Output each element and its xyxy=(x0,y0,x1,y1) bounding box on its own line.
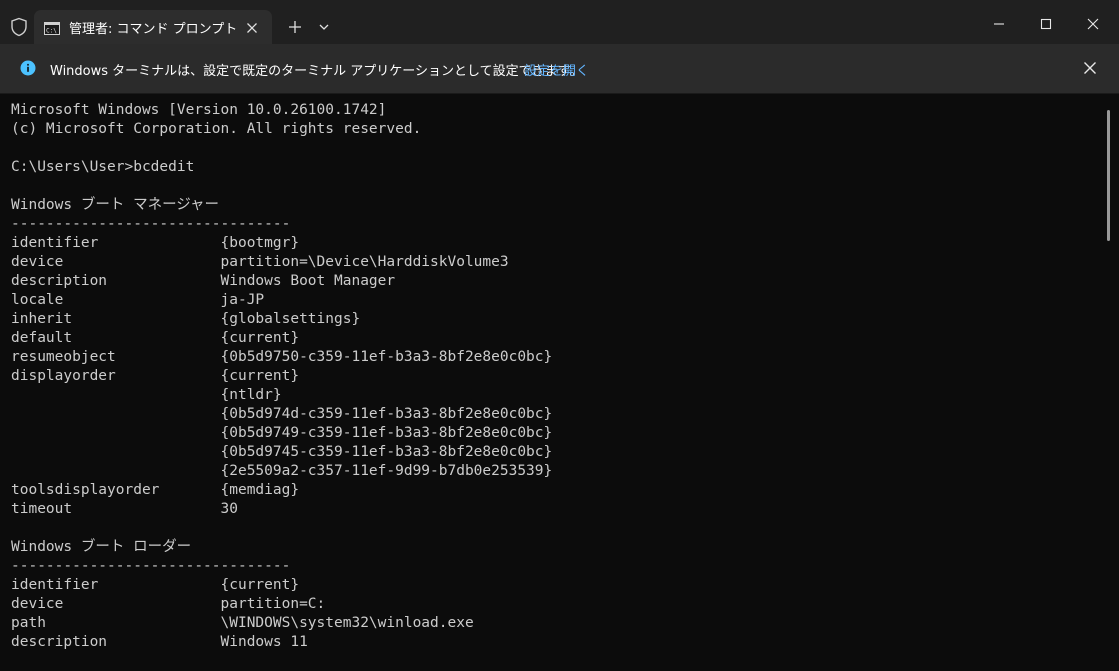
terminal-line: C:\Users\User>bcdedit xyxy=(11,159,195,175)
terminal-window: C:\ 管理者: コマンド プロンプト Windows ターミナルは、設定で既定… xyxy=(0,0,1119,671)
terminal-line: {0b5d9745-c359-11ef-b3a3-8bf2e8e0c0bc} xyxy=(11,444,553,460)
tab-title: 管理者: コマンド プロンプト xyxy=(69,22,238,37)
maximize-button[interactable] xyxy=(1023,10,1069,38)
terminal-line: description Windows Boot Manager xyxy=(11,273,396,289)
open-settings-link[interactable]: 設定を開く xyxy=(524,60,589,79)
terminal-line: identifier {current} xyxy=(11,577,300,593)
terminal-line: path \WINDOWS\system32\winload.exe xyxy=(11,615,474,631)
terminal-line: {ntldr} xyxy=(11,387,282,403)
maximize-icon xyxy=(1040,18,1052,30)
scrollbar-thumb[interactable] xyxy=(1107,110,1110,241)
terminal-text: Microsoft Windows [Version 10.0.26100.17… xyxy=(11,101,552,652)
info-close-icon[interactable] xyxy=(1082,60,1098,76)
terminal-line: description Windows 11 xyxy=(11,634,308,650)
close-button[interactable] xyxy=(1070,10,1116,38)
terminal-line: -------------------------------- xyxy=(11,216,291,232)
terminal-line: locale ja-JP xyxy=(11,292,265,308)
terminal-line: device partition=C: xyxy=(11,596,326,612)
info-bar: Windows ターミナルは、設定で既定のターミナル アプリケーションとして設定… xyxy=(0,44,1119,94)
shield-icon xyxy=(10,17,28,37)
terminal-line: identifier {bootmgr} xyxy=(11,235,300,251)
title-bar[interactable]: C:\ 管理者: コマンド プロンプト xyxy=(0,0,1119,44)
terminal-line: timeout 30 xyxy=(11,501,238,517)
terminal-line: resumeobject {0b5d9750-c359-11ef-b3a3-8b… xyxy=(11,349,553,365)
info-icon xyxy=(20,60,36,76)
terminal-line: displayorder {current} xyxy=(11,368,300,384)
minimize-icon xyxy=(994,23,1004,25)
terminal-line: {0b5d974d-c359-11ef-b3a3-8bf2e8e0c0bc} xyxy=(11,406,553,422)
terminal-line: -------------------------------- xyxy=(11,558,291,574)
chevron-down-icon[interactable] xyxy=(314,17,334,37)
terminal-line: Microsoft Windows [Version 10.0.26100.17… xyxy=(11,102,387,118)
terminal-line: {0b5d9749-c359-11ef-b3a3-8bf2e8e0c0bc} xyxy=(11,425,553,441)
new-tab-plus-icon[interactable] xyxy=(284,17,306,37)
terminal-line: device partition=\Device\HarddiskVolume3 xyxy=(11,254,509,270)
terminal-output[interactable]: Microsoft Windows [Version 10.0.26100.17… xyxy=(0,94,1106,671)
terminal-line: inherit {globalsettings} xyxy=(11,311,361,327)
terminal-line: {2e5509a2-c357-11ef-9d99-b7db0e253539} xyxy=(11,463,553,479)
svg-text:C:\: C:\ xyxy=(46,28,57,35)
terminal-line: (c) Microsoft Corporation. All rights re… xyxy=(11,121,422,137)
cmd-icon: C:\ xyxy=(44,20,60,35)
tab-command-prompt[interactable]: C:\ 管理者: コマンド プロンプト xyxy=(34,10,272,44)
terminal-line: default {current} xyxy=(11,330,300,346)
tab-close-icon[interactable] xyxy=(245,20,259,34)
terminal-line: Windows ブート マネージャー xyxy=(11,197,220,213)
terminal-line: toolsdisplayorder {memdiag} xyxy=(11,482,300,498)
minimize-button[interactable] xyxy=(976,10,1022,38)
close-icon xyxy=(1087,18,1099,30)
info-message: Windows ターミナルは、設定で既定のターミナル アプリケーションとして設定… xyxy=(50,64,583,79)
terminal-line: Windows ブート ローダー xyxy=(11,539,192,555)
